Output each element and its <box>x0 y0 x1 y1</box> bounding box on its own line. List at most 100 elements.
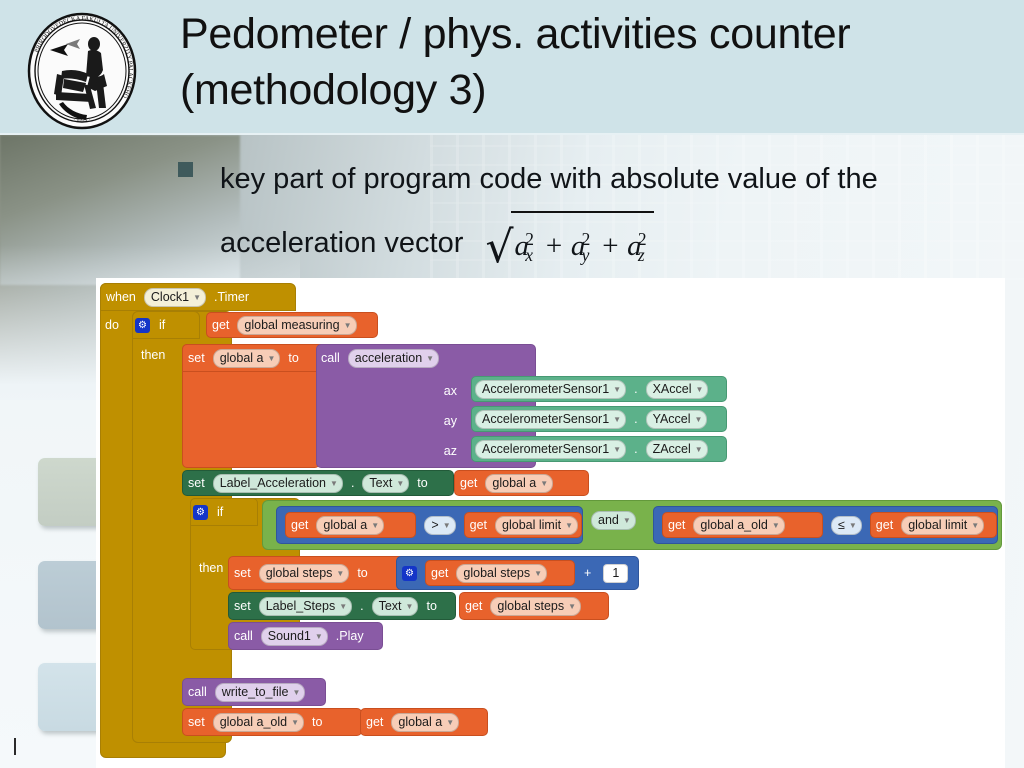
chevron-down-icon: ▼ <box>848 521 857 530</box>
chevron-down-icon: ▼ <box>613 415 622 424</box>
compare-a-greater-limit-block[interactable]: get global a ▼ > ▼ get global limit ▼ <box>276 506 583 544</box>
get-global-a-final-dropdown[interactable]: global a ▼ <box>391 712 460 732</box>
set-label-steps-property-dropdown[interactable]: Text ▼ <box>371 596 419 616</box>
sensor-zaccel-component-dropdown[interactable]: AccelerometerSensor1 ▼ <box>475 439 627 459</box>
sensor-xaccel-component-label: AccelerometerSensor1 <box>482 381 610 396</box>
sensor-yaccel-block[interactable]: AccelerometerSensor1 ▼ . YAccel ▼ <box>471 406 727 432</box>
get-global-a-old-block[interactable]: get global a_old ▼ <box>662 512 823 538</box>
sensor-xaccel-block[interactable]: AccelerometerSensor1 ▼ . XAccel ▼ <box>471 376 727 402</box>
inner-if-label: if <box>217 505 224 519</box>
chevron-down-icon: ▼ <box>446 718 455 727</box>
call-write-to-file-procedure-dropdown[interactable]: write_to_file ▼ <box>214 682 306 702</box>
chevron-down-icon: ▼ <box>971 521 980 530</box>
sensor-yaccel-dot: . <box>634 412 638 426</box>
get-measuring-block[interactable]: get global measuring ▼ <box>206 312 378 338</box>
sensor-zaccel-property-dropdown[interactable]: ZAccel ▼ <box>645 439 708 459</box>
sensor-yaccel-property-dropdown[interactable]: YAccel ▼ <box>645 409 708 429</box>
set-global-steps-variable-dropdown[interactable]: global steps ▼ <box>258 563 350 583</box>
call-sound1-component-dropdown[interactable]: Sound1 ▼ <box>260 626 328 646</box>
get-global-limit-right-block[interactable]: get global limit ▼ <box>869 512 997 538</box>
get-global-steps-block[interactable]: get global steps ▼ <box>425 560 575 586</box>
sensor-yaccel-component-dropdown[interactable]: AccelerometerSensor1 ▼ <box>475 409 627 429</box>
compare-operator-le-dropdown[interactable]: ≤ ▼ <box>831 515 862 535</box>
call-acceleration-procedure-label: acceleration <box>354 350 423 365</box>
get-global-steps-label-dropdown[interactable]: global steps ▼ <box>490 596 582 616</box>
sensor-zaccel-block[interactable]: AccelerometerSensor1 ▼ . ZAccel ▼ <box>471 436 727 462</box>
mutator-gear-icon[interactable]: ⚙ <box>135 317 150 333</box>
set-label-acceleration-property-label: Text <box>369 475 393 490</box>
arg-ax-label-wrap: ax <box>426 381 462 401</box>
chevron-down-icon: ▼ <box>193 293 202 302</box>
chevron-down-icon: ▼ <box>694 445 703 454</box>
compare-aold-le-limit-block[interactable]: get global a_old ▼ ≤ ▼ get global limit … <box>653 506 998 544</box>
chevron-down-icon: ▼ <box>371 521 380 530</box>
event-block-header[interactable]: when Clock1 ▼ .Timer <box>100 283 296 311</box>
outer-if-header[interactable]: ⚙ if <box>132 311 200 339</box>
call-sound1-call-label: call <box>234 629 253 643</box>
get-global-a-compare-block[interactable]: get global a ▼ <box>285 512 417 538</box>
chevron-down-icon: ▼ <box>613 385 622 394</box>
set-global-a-to-label: to <box>288 351 299 365</box>
set-label-acceleration-block[interactable]: set Label_Acceleration ▼ . Text ▼ to <box>182 470 454 496</box>
get-measuring-variable-dropdown[interactable]: global measuring ▼ <box>237 315 357 335</box>
set-label-steps-component-label: Label_Steps <box>265 598 336 613</box>
set-label-acceleration-property-dropdown[interactable]: Text ▼ <box>362 473 410 493</box>
get-measuring-get-label: get <box>212 318 230 332</box>
set-global-a-set-label: set <box>188 351 205 365</box>
square-bullet-icon <box>178 162 193 177</box>
sensor-xaccel-component-dropdown[interactable]: AccelerometerSensor1 ▼ <box>475 379 627 399</box>
call-acceleration-procedure-dropdown[interactable]: acceleration ▼ <box>347 348 440 368</box>
get-global-a-label-variable: global a <box>492 475 537 490</box>
get-global-limit-left-block[interactable]: get global limit ▼ <box>463 512 582 538</box>
get-global-limit-left-dropdown[interactable]: global limit ▼ <box>495 515 578 535</box>
set-label-steps-component-dropdown[interactable]: Label_Steps ▼ <box>258 596 353 616</box>
call-acceleration-header[interactable]: call acceleration ▼ <box>316 344 536 372</box>
set-global-a-variable-dropdown[interactable]: global a ▼ <box>212 348 281 368</box>
mutator-gear-icon[interactable]: ⚙ <box>402 565 417 581</box>
slide-root: PRIRODOVEDECKA FAKULTA UNIVERZITY PALACK… <box>0 0 1024 768</box>
and-operator-dropdown[interactable]: and ▼ <box>591 510 636 530</box>
get-global-a-label-block[interactable]: get global a ▼ <box>454 470 589 496</box>
acceleration-formula: √ax2x + ay2y + az2z <box>485 211 655 281</box>
compare-operator-greater-label: > <box>431 517 439 532</box>
set-label-acceleration-to-label: to <box>417 476 428 490</box>
set-label-steps-property-label: Text <box>378 598 402 613</box>
get-global-steps-get: get <box>431 566 449 580</box>
chevron-down-icon: ▼ <box>540 479 549 488</box>
chevron-down-icon: ▼ <box>343 321 352 330</box>
get-global-steps-label-block[interactable]: get global steps ▼ <box>459 592 609 620</box>
chevron-down-icon: ▼ <box>442 521 451 530</box>
call-sound1-component-label: Sound1 <box>267 628 311 643</box>
chevron-down-icon: ▼ <box>339 602 348 611</box>
set-global-steps-block[interactable]: set global steps ▼ to <box>228 556 414 590</box>
mutator-gear-icon[interactable]: ⚙ <box>193 504 208 520</box>
get-global-a-final-block[interactable]: get global a ▼ <box>360 708 488 736</box>
bullet-paragraph: key part of program code with absolute v… <box>175 148 1015 281</box>
get-global-a-compare-dropdown[interactable]: global a ▼ <box>316 515 385 535</box>
number-one-value: 1 <box>612 565 620 580</box>
sensor-xaccel-property-dropdown[interactable]: XAccel ▼ <box>645 379 709 399</box>
get-global-a-label-variable-dropdown[interactable]: global a ▼ <box>485 473 554 493</box>
get-global-steps-dropdown[interactable]: global steps ▼ <box>456 563 548 583</box>
and-operator-wrap[interactable]: and ▼ <box>588 506 650 534</box>
call-write-to-file-procedure-label: write_to_file <box>221 684 289 699</box>
inner-if-header[interactable]: ⚙ if <box>190 498 258 526</box>
event-do-label: do <box>105 318 119 332</box>
set-label-steps-block[interactable]: set Label_Steps ▼ . Text ▼ to <box>228 592 456 620</box>
set-global-a-old-variable-dropdown[interactable]: global a_old ▼ <box>212 712 305 732</box>
compare-operator-greater-dropdown[interactable]: > ▼ <box>424 515 456 535</box>
number-one-field[interactable]: 1 <box>603 563 629 583</box>
event-component-dropdown[interactable]: Clock1 ▼ <box>143 287 207 307</box>
addition-block[interactable]: ⚙ get global steps ▼ + 1 <box>396 556 639 590</box>
and-operator-label: and <box>598 512 619 527</box>
call-write-to-file-call-label: call <box>188 685 207 699</box>
set-label-acceleration-set-label: set <box>188 476 205 490</box>
chevron-down-icon: ▼ <box>565 521 573 530</box>
get-global-limit-right-dropdown[interactable]: global limit ▼ <box>901 515 985 535</box>
event-do-label-wrap: do <box>100 311 134 339</box>
set-label-acceleration-component-dropdown[interactable]: Label_Acceleration ▼ <box>212 473 343 493</box>
set-global-a-old-block[interactable]: set global a_old ▼ to <box>182 708 362 736</box>
call-sound1-play-block[interactable]: call Sound1 ▼ .Play <box>228 622 383 650</box>
get-global-a-old-dropdown[interactable]: global a_old ▼ <box>693 515 785 535</box>
call-write-to-file-block[interactable]: call write_to_file ▼ <box>182 678 326 706</box>
